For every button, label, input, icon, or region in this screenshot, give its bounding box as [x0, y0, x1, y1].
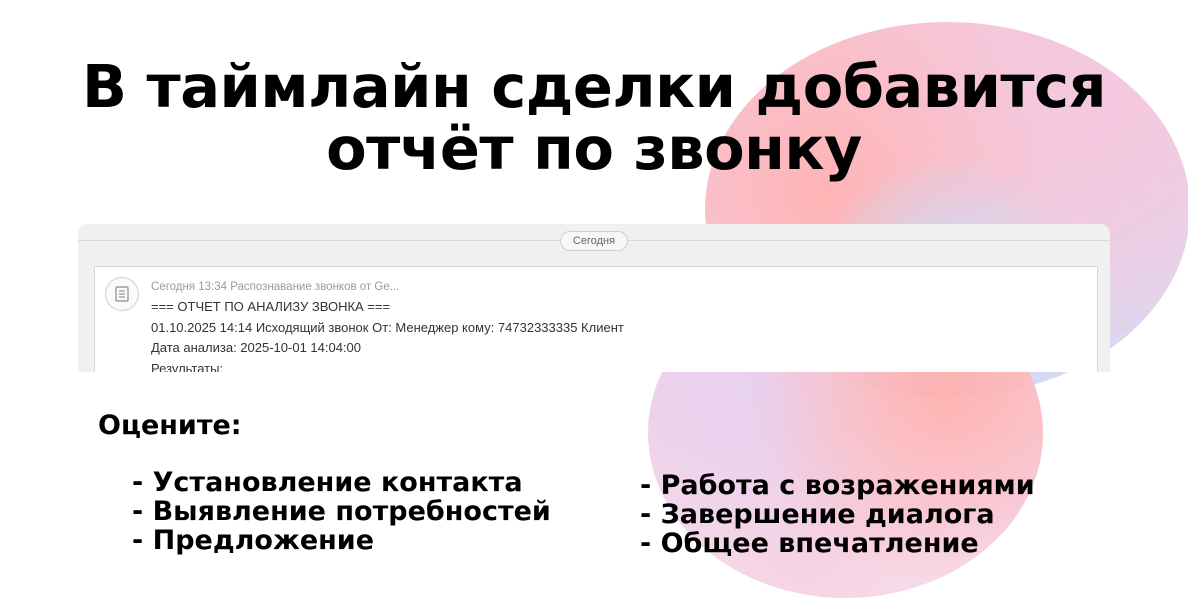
note-line-header: === ОТЧЕТ ПО АНАЛИЗУ ЗВОНКА ===	[151, 299, 391, 314]
criteria-list-right: - Работа с возражениями - Завершение диа…	[640, 471, 1035, 558]
criteria-item: - Выявление потребностей	[132, 496, 551, 527]
criteria-item: - Предложение	[132, 525, 375, 556]
note-body: Сегодня 13:34 Распознавание звонков от G…	[151, 279, 624, 372]
criteria-item: - Работа с возражениями	[640, 470, 1035, 501]
note-line-call-info: 01.10.2025 14:14 Исходящий звонок От: Ме…	[151, 319, 624, 335]
criteria-item: - Завершение диалога	[640, 499, 995, 530]
note-meta: Сегодня 13:34 Распознавание звонков от G…	[151, 281, 400, 293]
timeline-note-card[interactable]: Сегодня 13:34 Распознавание звонков от G…	[94, 266, 1098, 372]
criteria-list-left: - Установление контакта - Выявление потр…	[132, 468, 551, 555]
deal-timeline-panel: Сегодня Сегодня 13:34 Распознавание звон…	[78, 224, 1110, 372]
note-line-results: Результаты:	[151, 360, 224, 373]
document-icon	[105, 277, 139, 311]
slide-title: В таймлайн сделки добавится отчёт по зво…	[0, 56, 1188, 180]
slide-title-line-2: отчёт по звонку	[326, 114, 862, 183]
slide-title-line-1: В таймлайн сделки добавится	[82, 52, 1106, 121]
criteria-item: - Установление контакта	[132, 467, 523, 498]
criteria-item: - Общее впечатление	[640, 528, 979, 559]
note-line-analysis-date: Дата анализа: 2025-10-01 14:04:00	[151, 340, 362, 355]
day-label-badge: Сегодня	[560, 231, 628, 251]
criteria-heading: Оцените:	[98, 410, 242, 441]
